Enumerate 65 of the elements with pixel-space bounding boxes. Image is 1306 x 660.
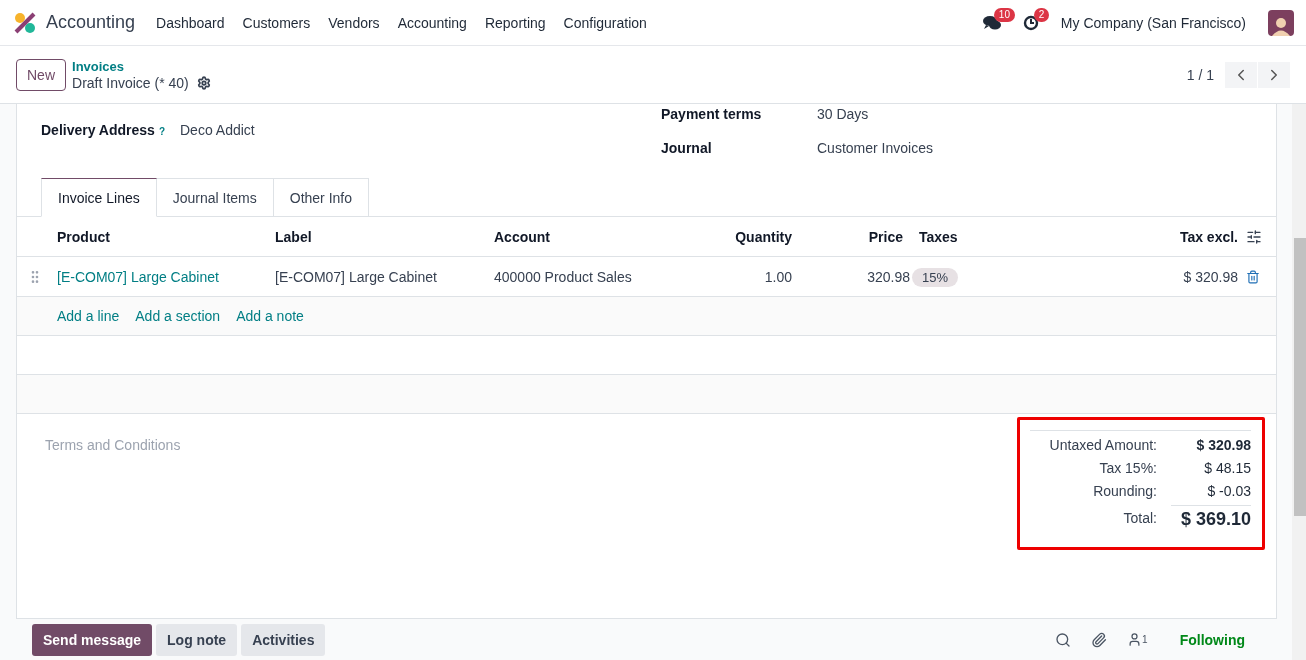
- clock-icon[interactable]: [1022, 14, 1039, 31]
- total-value: $ 369.10: [1171, 505, 1251, 532]
- next-button[interactable]: [1258, 61, 1290, 88]
- total-label: Total:: [1122, 509, 1158, 528]
- field-label: Payment terms: [661, 106, 763, 122]
- menu-item[interactable]: Dashboard: [147, 14, 234, 31]
- search-icon[interactable]: [1055, 631, 1072, 648]
- tax-tag: 15%: [912, 267, 959, 287]
- table-cell-text: $ 320.98: [1182, 268, 1239, 285]
- column-header[interactable]: Account: [486, 228, 654, 245]
- menu-item[interactable]: Customers: [233, 14, 320, 31]
- follow-button[interactable]: Following: [1179, 631, 1245, 648]
- field-label: Journal: [661, 140, 713, 156]
- column-header[interactable]: Label: [267, 228, 486, 245]
- column-header[interactable]: Quantity: [654, 228, 800, 245]
- user-avatar[interactable]: [1268, 9, 1294, 36]
- total-label: Rounding:: [1092, 482, 1158, 500]
- table-cell-text: 400000 Product Sales: [493, 268, 633, 285]
- column-header[interactable]: Product: [49, 228, 267, 245]
- column-header[interactable]: Taxes: [911, 228, 1001, 245]
- app-name[interactable]: Accounting: [46, 12, 136, 33]
- breadcrumb-link[interactable]: Invoices: [72, 58, 211, 75]
- field-value[interactable]: Deco Addict: [180, 122, 255, 138]
- record-title: Draft Invoice (* 40): [72, 74, 189, 91]
- paperclip-icon[interactable]: [1091, 631, 1108, 648]
- menu-item[interactable]: Vendors: [319, 14, 389, 31]
- menu-item[interactable]: Accounting: [388, 14, 476, 31]
- field-value[interactable]: 30 Days: [817, 106, 869, 122]
- tab[interactable]: Invoice Lines: [41, 178, 157, 217]
- app-logo-icon: [14, 11, 36, 34]
- column-header[interactable]: Price: [800, 228, 911, 245]
- table-cell-text: [E-COM07] Large Cabinet: [274, 268, 438, 285]
- chatter-button[interactable]: Send message: [32, 623, 153, 656]
- company-switcher[interactable]: My Company (San Francisco): [1060, 14, 1246, 31]
- product-link[interactable]: [E-COM07] Large Cabinet: [49, 268, 267, 285]
- total-value: $ -0.03: [1206, 482, 1251, 500]
- message-count-badge: 10: [993, 7, 1015, 22]
- settings-icon[interactable]: [196, 75, 211, 90]
- table-cell-text: 320.98: [866, 268, 911, 285]
- activity-count-badge: 2: [1033, 7, 1050, 22]
- total-label: Untaxed Amount:: [1048, 436, 1158, 454]
- chatter-button[interactable]: Activities: [241, 623, 326, 656]
- followers-button[interactable]: 1: [1127, 632, 1148, 647]
- tab[interactable]: Journal Items: [156, 178, 274, 217]
- column-settings-icon[interactable]: [1246, 228, 1262, 245]
- add-line-link[interactable]: Add a note: [236, 308, 304, 324]
- column-header[interactable]: Tax excl.: [1001, 228, 1246, 245]
- help-tooltip[interactable]: ?: [158, 126, 165, 137]
- chatter-button[interactable]: Log note: [156, 623, 238, 656]
- table-cell-text: 1.00: [763, 268, 793, 285]
- total-value: $ 48.15: [1203, 459, 1251, 477]
- total-label: Tax 15%:: [1098, 459, 1158, 477]
- previous-button[interactable]: [1225, 61, 1257, 88]
- tab[interactable]: Other Info: [273, 178, 370, 217]
- add-line-link[interactable]: Add a line: [57, 308, 120, 324]
- menu-item[interactable]: Reporting: [475, 14, 555, 31]
- total-value: $ 320.98: [1195, 436, 1251, 454]
- scrollbar-thumb[interactable]: [1294, 238, 1306, 516]
- field-label: Delivery Address: [41, 122, 155, 138]
- new-button[interactable]: New: [16, 58, 66, 91]
- field-value[interactable]: Customer Invoices: [817, 140, 933, 156]
- add-line-link[interactable]: Add a section: [135, 308, 221, 324]
- pager-value[interactable]: 1 / 1: [1186, 66, 1214, 83]
- menu-item[interactable]: Configuration: [554, 14, 656, 31]
- delete-icon[interactable]: [1246, 269, 1260, 284]
